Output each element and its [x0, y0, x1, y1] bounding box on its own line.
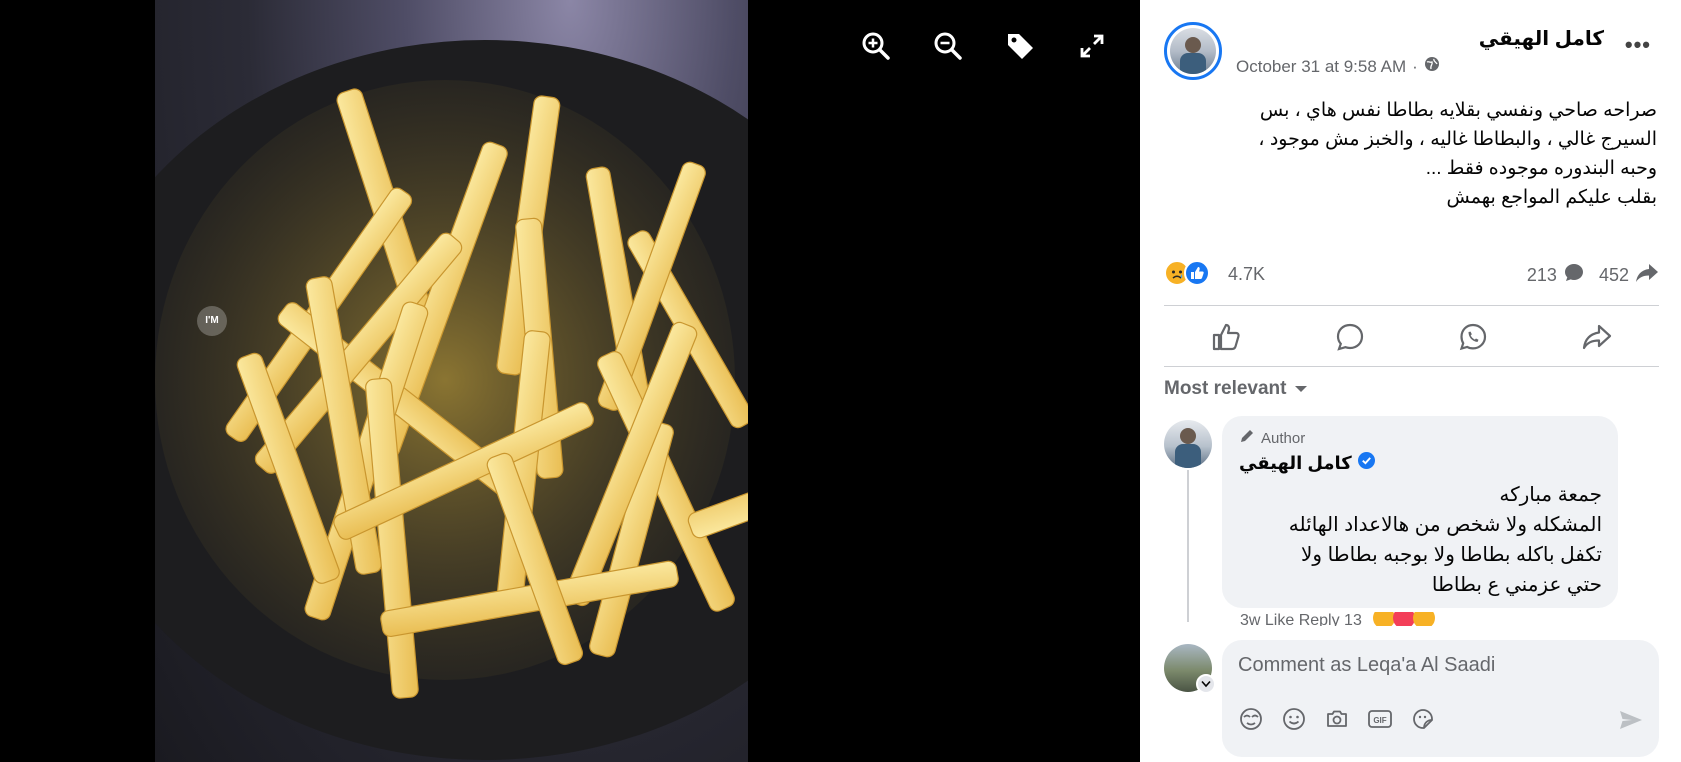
sort-label: Most relevant: [1164, 378, 1287, 399]
photo-watermark: I'M: [197, 306, 227, 336]
share-count: 452: [1598, 265, 1629, 285]
caret-down-icon: [1294, 378, 1308, 400]
post-header: كامل الهيقي ••• October 31 at 9:58 AM ·: [1164, 22, 1659, 84]
divider: [1164, 366, 1659, 367]
comment-author-avatar[interactable]: [1164, 420, 1212, 468]
reactions-bar: 4.7K 213 452: [1164, 258, 1659, 292]
comment-sort-dropdown[interactable]: Most relevant: [1164, 378, 1308, 400]
photo-viewer: I'M: [0, 0, 1140, 762]
avatar-sticker-icon[interactable]: [1238, 706, 1264, 732]
sticker-icon[interactable]: [1410, 706, 1436, 732]
post-text: صراحه صاحي ونفسي بقلايه بطاطا نفس هاي ، …: [1187, 96, 1657, 212]
comment-thread-line: [1187, 470, 1189, 622]
zoom-out-icon[interactable]: [932, 30, 964, 62]
viewer-toolbar: [860, 30, 1108, 62]
comment-bubble: Author كامل الهيقي جمعة مباركه المشكله و…: [1222, 416, 1618, 608]
comment-input[interactable]: [1238, 654, 1638, 677]
comment-footer-partial: 3w Like Reply 13: [1240, 612, 1540, 626]
author-avatar[interactable]: [1164, 22, 1222, 80]
comment-composer: GIF: [1222, 640, 1659, 757]
post-text-line: السيرج غالي ، والبطاطا غاليه ، والخبز مش…: [1258, 129, 1657, 150]
post-photo[interactable]: I'M: [155, 0, 748, 762]
comment-text-line: تكفل باكله بطاطا ولا بوجبه بطاطا ولا: [1300, 544, 1602, 566]
share-button[interactable]: [1567, 317, 1627, 357]
share-count-icon: [1635, 262, 1659, 289]
author-name[interactable]: كامل الهيقي: [1479, 26, 1604, 51]
comment-count-icon: [1563, 262, 1585, 289]
svg-text:GIF: GIF: [1373, 716, 1386, 725]
comment-count: 213: [1526, 265, 1557, 285]
like-icon: [1184, 260, 1210, 286]
composer-tools: GIF: [1238, 706, 1436, 732]
share-count-group[interactable]: 452: [1599, 262, 1659, 289]
post-meta: October 31 at 9:58 AM ·: [1236, 56, 1440, 77]
reaction-count[interactable]: 4.7K: [1228, 264, 1265, 285]
camera-icon[interactable]: [1324, 706, 1350, 732]
post-panel: كامل الهيقي ••• October 31 at 9:58 AM · …: [1140, 0, 1681, 762]
post-text-line: وحبه البندوره موجوده فقط ...: [1425, 158, 1657, 179]
meta-separator: ·: [1412, 56, 1418, 76]
post-text-line: بقلب عليكم المواجع بهمش: [1446, 187, 1657, 208]
author-badge: Author: [1239, 428, 1305, 448]
reaction-faces-icon: [1372, 612, 1442, 626]
comment-text-line: حتي عزمني ع بطاطا: [1431, 574, 1602, 596]
more-options-button[interactable]: •••: [1625, 32, 1651, 58]
comment-footer-text: 3w Like Reply 13: [1240, 612, 1362, 626]
tag-icon[interactable]: [1004, 30, 1036, 62]
send-icon[interactable]: [1617, 706, 1645, 734]
emoji-icon[interactable]: [1281, 706, 1307, 732]
fullscreen-icon[interactable]: [1076, 30, 1108, 62]
gif-icon[interactable]: GIF: [1367, 706, 1393, 732]
comment-text: جمعة مباركه المشكله ولا شخص من هالاعداد …: [1289, 480, 1602, 600]
comment-author-name[interactable]: كامل الهيقي: [1239, 452, 1375, 474]
zoom-in-icon[interactable]: [860, 30, 892, 62]
engagement-counts: 213 452: [1527, 262, 1659, 289]
chevron-down-icon[interactable]: [1196, 674, 1216, 694]
post-actions: [1164, 315, 1659, 359]
author-badge-label: Author: [1261, 429, 1306, 447]
whatsapp-button[interactable]: [1443, 317, 1503, 357]
current-user-avatar[interactable]: [1164, 644, 1216, 694]
comment-author-name-text: كامل الهيقي: [1239, 452, 1352, 473]
like-button[interactable]: [1196, 317, 1256, 357]
divider: [1164, 305, 1659, 306]
comment-count-group[interactable]: 213: [1527, 262, 1585, 289]
post-timestamp[interactable]: October 31 at 9:58 AM: [1236, 57, 1406, 77]
comment-button[interactable]: [1320, 317, 1380, 357]
comment-text-line: جمعة مباركه: [1499, 484, 1602, 506]
verified-icon: [1357, 452, 1375, 474]
post-text-line: صراحه صاحي ونفسي بقلايه بطاطا نفس هاي ، …: [1259, 100, 1657, 121]
reaction-icons[interactable]: [1164, 260, 1210, 286]
comment-text-line: المشكله ولا شخص من هالاعداد الهائله: [1288, 514, 1602, 536]
pencil-icon: [1239, 428, 1255, 448]
globe-icon: [1424, 56, 1440, 77]
